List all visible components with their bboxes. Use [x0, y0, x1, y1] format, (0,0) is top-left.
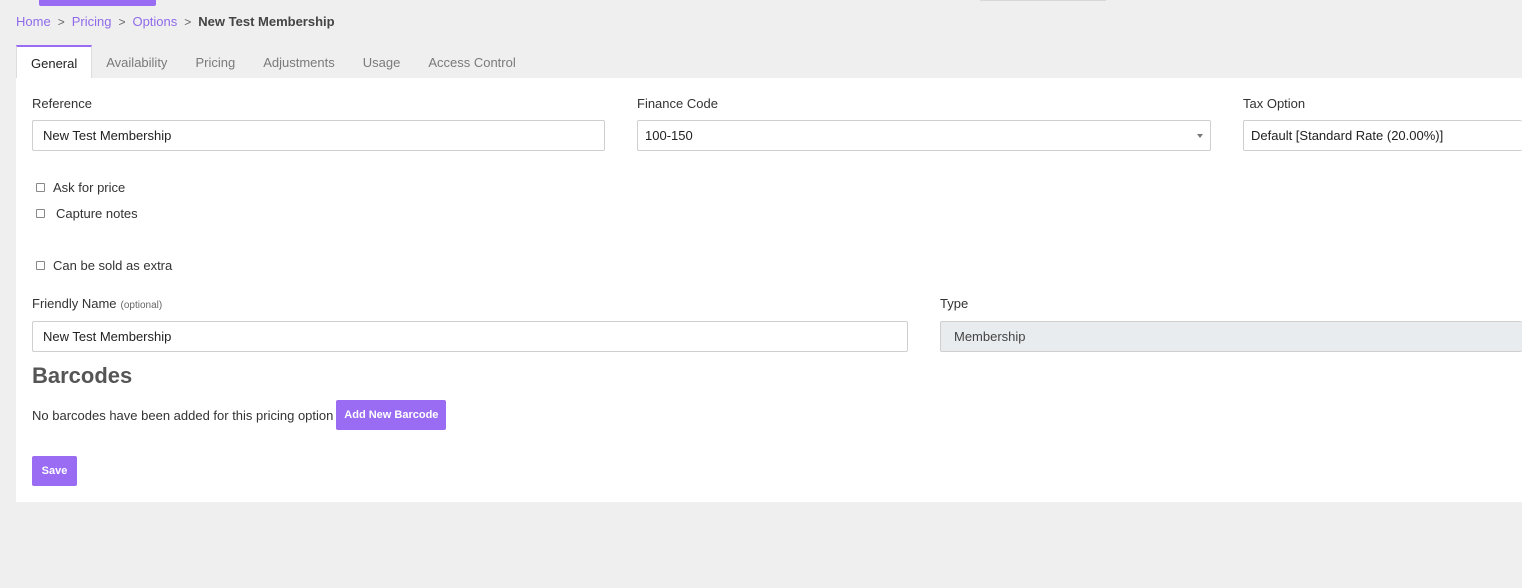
breadcrumb-current: New Test Membership — [198, 14, 335, 29]
reference-label: Reference — [32, 96, 92, 111]
tab-availability[interactable]: Availability — [92, 47, 181, 78]
sold-as-extra-label: Can be sold as extra — [53, 258, 173, 273]
tabs: General Availability Pricing Adjustments… — [16, 45, 530, 78]
top-divider-line — [980, 0, 1106, 1]
friendly-name-value: New Test Membership — [43, 329, 172, 344]
friendly-name-label-text: Friendly Name — [32, 296, 117, 311]
tax-option-value: Default [Standard Rate (20.00%)] — [1251, 128, 1444, 143]
finance-code-select[interactable]: 100-150 — [637, 120, 1211, 151]
capture-notes-label: Capture notes — [56, 206, 138, 221]
breadcrumb: Home > Pricing > Options > New Test Memb… — [16, 14, 335, 30]
tab-usage[interactable]: Usage — [349, 47, 415, 78]
capture-notes-checkbox-row[interactable]: Capture notes — [36, 206, 138, 221]
type-value: Membership — [954, 329, 1026, 344]
friendly-name-input[interactable]: New Test Membership — [32, 321, 908, 352]
tab-adjustments[interactable]: Adjustments — [249, 47, 349, 78]
ask-for-price-checkbox[interactable] — [36, 183, 45, 192]
finance-code-value: 100-150 — [645, 128, 693, 143]
save-button[interactable]: Save — [32, 456, 77, 486]
barcodes-empty-text: No barcodes have been added for this pri… — [32, 407, 334, 423]
type-label: Type — [940, 296, 969, 311]
finance-code-label: Finance Code — [637, 96, 718, 111]
sold-as-extra-checkbox[interactable] — [36, 261, 45, 270]
breadcrumb-options[interactable]: Options — [132, 14, 177, 30]
general-panel: Reference New Test Membership Finance Co… — [16, 78, 1522, 502]
add-new-barcode-button[interactable]: Add New Barcode — [336, 400, 447, 430]
tax-option-label: Tax Option — [1243, 96, 1306, 111]
tax-option-select[interactable]: Default [Standard Rate (20.00%)] — [1243, 120, 1522, 151]
optional-hint: (optional) — [120, 300, 163, 311]
reference-input[interactable]: New Test Membership — [32, 120, 605, 151]
top-accent-bar — [39, 0, 156, 6]
breadcrumb-separator: > — [184, 15, 192, 29]
ask-for-price-label: Ask for price — [53, 180, 126, 195]
type-field: Membership — [940, 321, 1522, 352]
ask-for-price-checkbox-row[interactable]: Ask for price — [36, 180, 125, 195]
friendly-name-label: Friendly Name (optional) — [32, 296, 162, 311]
chevron-down-icon — [1197, 134, 1203, 138]
barcodes-row: No barcodes have been added for this pri… — [32, 400, 447, 430]
tab-pricing[interactable]: Pricing — [181, 47, 249, 78]
barcodes-title: Barcodes — [32, 363, 133, 388]
breadcrumb-home[interactable]: Home — [16, 14, 51, 30]
sold-as-extra-checkbox-row[interactable]: Can be sold as extra — [36, 258, 172, 273]
tab-general[interactable]: General — [16, 45, 93, 78]
capture-notes-checkbox[interactable] — [36, 209, 45, 218]
reference-value: New Test Membership — [43, 128, 172, 143]
breadcrumb-separator: > — [57, 15, 65, 29]
breadcrumb-pricing[interactable]: Pricing — [72, 14, 112, 30]
tab-access-control[interactable]: Access Control — [414, 47, 529, 78]
breadcrumb-separator: > — [118, 15, 126, 29]
